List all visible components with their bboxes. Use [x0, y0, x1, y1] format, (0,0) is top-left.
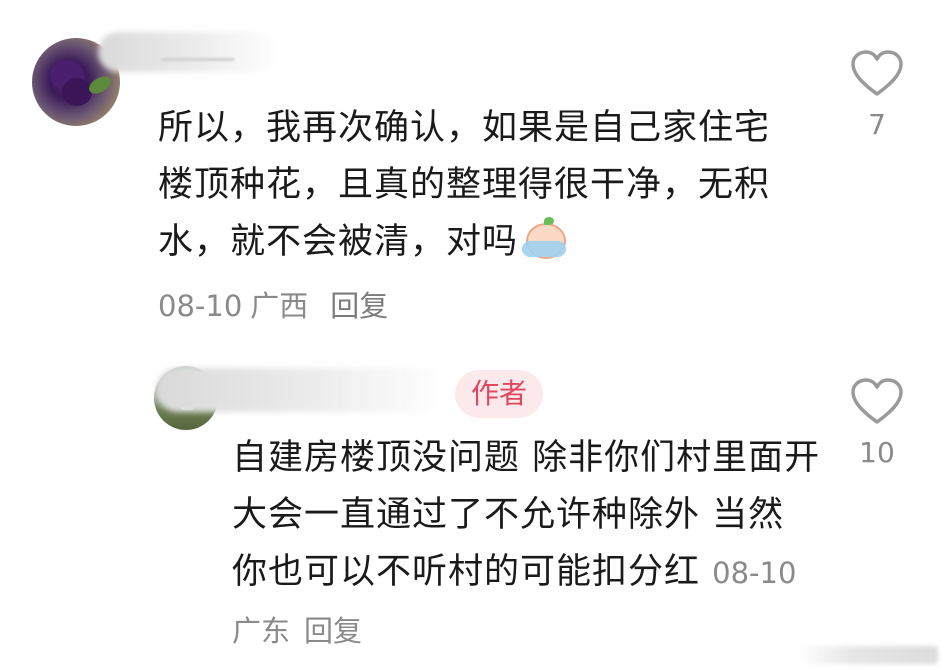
- heart-outline-icon: [851, 50, 903, 96]
- comment-text: 自建房楼顶没问题 除非你们村里面开大会一直通过了不允许种除外 当然 你也可以不听…: [232, 430, 832, 660]
- reply-button[interactable]: 回复: [330, 289, 388, 323]
- comment-text-content: 所以，我再次确认，如果是自己家住宅楼顶种花，且真的整理得很干净，无积水，就不会被…: [158, 108, 771, 262]
- watermark: [798, 646, 938, 664]
- like-button[interactable]: 10: [845, 378, 909, 469]
- comment-date: 08-10: [712, 556, 797, 590]
- like-count: 10: [859, 436, 895, 469]
- author-badge: 作者: [455, 370, 544, 418]
- comment-meta: 08-10 广西 回复: [158, 283, 396, 325]
- comment-text: 所以，我再次确认，如果是自己家住宅楼顶种花，且真的整理得很干净，无积水，就不会被…: [158, 100, 798, 271]
- avatar-flower-petal: [62, 78, 92, 106]
- like-count: 7: [868, 108, 886, 141]
- comment-thread: 所以，我再次确认，如果是自己家住宅楼顶种花，且真的整理得很干净，无积水，就不会被…: [0, 0, 948, 670]
- username-redacted[interactable]: [156, 368, 446, 412]
- reply-button[interactable]: 回复: [304, 614, 362, 648]
- heart-outline-icon: [851, 378, 903, 424]
- comment-location: 广西: [250, 289, 309, 323]
- crying-baby-emoji-icon: [522, 217, 567, 259]
- comment-location: 广东: [232, 614, 291, 648]
- username-redacted-edge: [162, 58, 234, 75]
- like-button[interactable]: 7: [845, 50, 909, 141]
- comment-date: 08-10: [158, 289, 243, 323]
